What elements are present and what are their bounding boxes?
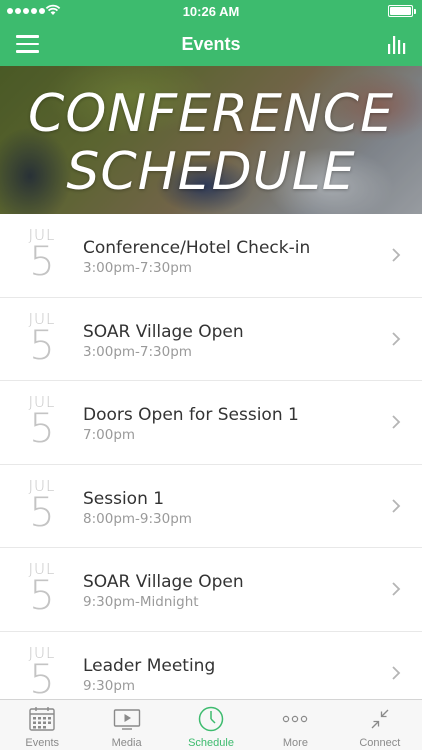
event-time: 9:30pm-Midnight xyxy=(83,594,199,610)
chevron-right-icon xyxy=(392,582,401,596)
tab-connect[interactable]: Connect xyxy=(338,700,422,750)
event-day: 5 xyxy=(29,322,55,369)
connect-arrows-icon xyxy=(371,709,389,729)
event-date: JUL 5 xyxy=(24,644,60,700)
clock-icon xyxy=(198,706,224,732)
event-date: JUL 5 xyxy=(24,560,60,619)
event-day: 5 xyxy=(29,573,55,619)
event-date: JUL 5 xyxy=(24,226,60,285)
battery-icon xyxy=(388,5,416,17)
event-list: JUL 5 Conference/Hotel Check-in 3:00pm-7… xyxy=(0,214,422,699)
tab-label: Media xyxy=(111,737,142,749)
event-title: SOAR Village Open xyxy=(83,572,244,592)
event-title: Conference/Hotel Check-in xyxy=(83,238,311,258)
hero-title-line2: SCHEDULE xyxy=(66,142,356,202)
page-title: Events xyxy=(181,34,241,54)
tab-label: More xyxy=(282,737,308,749)
hero-banner: CONFERENCE SCHEDULE xyxy=(0,66,422,214)
nav-bar: Events xyxy=(0,22,422,66)
event-row[interactable]: JUL 5 SOAR Village Open 9:30pm-Midnight xyxy=(0,548,422,632)
tab-events[interactable]: Events xyxy=(0,700,84,750)
calendar-icon xyxy=(29,707,55,731)
event-day: 5 xyxy=(29,239,55,285)
chevron-right-icon xyxy=(392,498,401,513)
event-row[interactable]: JUL 5 Doors Open for Session 1 7:00pm xyxy=(0,381,422,465)
event-time: 8:00pm-9:30pm xyxy=(83,510,192,527)
event-date: JUL 5 xyxy=(24,393,60,452)
tab-label: Connect xyxy=(359,737,401,749)
event-date: JUL 5 xyxy=(24,310,60,369)
bar-chart-icon[interactable] xyxy=(386,32,410,56)
event-day: 5 xyxy=(29,656,55,700)
event-title: Leader Meeting xyxy=(83,655,216,676)
event-time: 3:00pm-7:30pm xyxy=(83,343,192,360)
tab-schedule[interactable]: Schedule xyxy=(169,700,253,750)
chevron-right-icon xyxy=(392,415,401,429)
chevron-right-icon xyxy=(392,248,401,262)
status-time: 10:26 AM xyxy=(182,4,240,19)
event-time: 7:00pm xyxy=(83,427,136,443)
event-title: Session 1 xyxy=(83,488,165,509)
event-row[interactable]: JUL 5 SOAR Village Open 3:00pm-7:30pm xyxy=(0,297,422,381)
event-date: JUL 5 xyxy=(24,477,60,536)
tab-media[interactable]: Media xyxy=(84,700,168,750)
event-row[interactable]: JUL 5 Leader Meeting 9:30pm xyxy=(0,631,422,700)
event-row[interactable]: JUL 5 Conference/Hotel Check-in 3:00pm-7… xyxy=(0,214,422,298)
event-row[interactable]: JUL 5 Session 1 8:00pm-9:30pm xyxy=(0,464,422,548)
status-bar: 10:26 AM xyxy=(0,0,422,22)
event-time: 3:00pm-7:30pm xyxy=(83,260,192,276)
event-title: Doors Open for Session 1 xyxy=(83,405,299,425)
chevron-right-icon xyxy=(392,665,401,680)
media-player-icon xyxy=(113,709,140,730)
chevron-right-icon xyxy=(392,331,401,346)
event-day: 5 xyxy=(29,489,55,536)
tab-bar: Events Media Schedule More Connect xyxy=(0,699,422,750)
event-time: 9:30pm xyxy=(83,677,136,694)
event-title: SOAR Village Open xyxy=(83,321,244,342)
tab-more[interactable]: More xyxy=(253,700,337,750)
hero-title-line1: CONFERENCE xyxy=(28,84,394,144)
more-dots-icon xyxy=(283,715,308,723)
tab-label: Schedule xyxy=(188,737,234,749)
event-day: 5 xyxy=(29,406,55,452)
tab-label: Events xyxy=(25,737,60,749)
